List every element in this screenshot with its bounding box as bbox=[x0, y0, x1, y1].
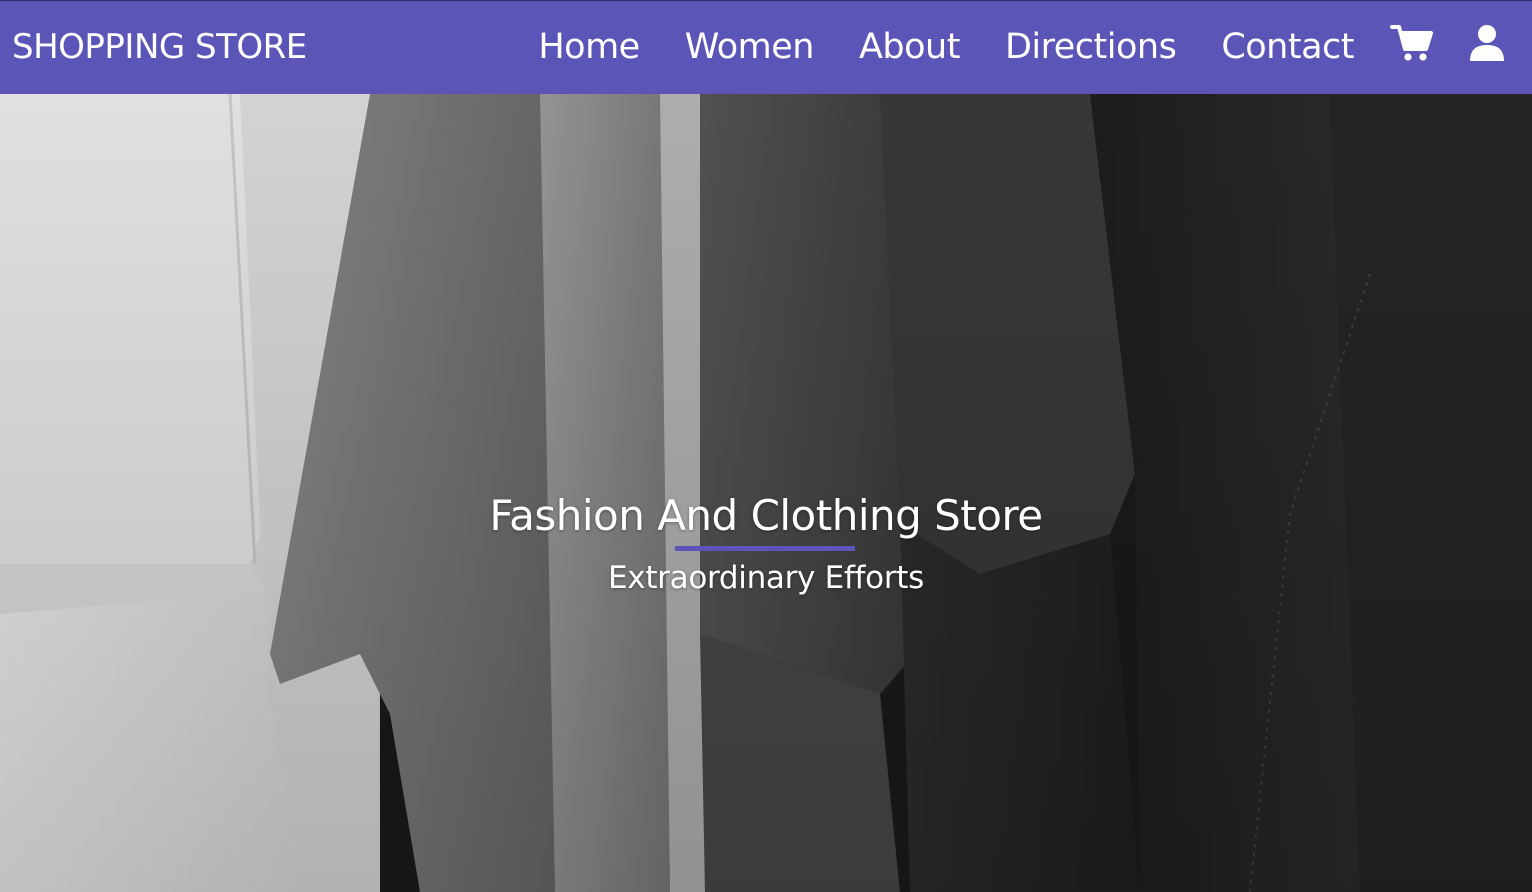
hero-title-underline bbox=[675, 546, 855, 551]
nav-link-home[interactable]: Home bbox=[538, 23, 640, 71]
nav-link-about[interactable]: About bbox=[859, 23, 960, 71]
nav-link-directions[interactable]: Directions bbox=[1005, 23, 1177, 71]
nav-link-women[interactable]: Women bbox=[685, 23, 815, 71]
hero-subtitle: Extraordinary Efforts bbox=[607, 560, 924, 596]
brand-logo[interactable]: SHOPPING STORE bbox=[12, 25, 307, 69]
hero-banner: Fashion And Clothing Store Extraordinary… bbox=[0, 94, 1532, 892]
nav-link-contact[interactable]: Contact bbox=[1221, 23, 1354, 71]
cart-icon[interactable] bbox=[1390, 23, 1434, 63]
nav-links: Home Women About Directions Contact bbox=[538, 23, 1354, 71]
top-navbar: SHOPPING STORE Home Women About Directio… bbox=[0, 0, 1532, 94]
user-icon[interactable] bbox=[1466, 23, 1510, 63]
hero-title: Fashion And Clothing Store bbox=[489, 491, 1043, 540]
